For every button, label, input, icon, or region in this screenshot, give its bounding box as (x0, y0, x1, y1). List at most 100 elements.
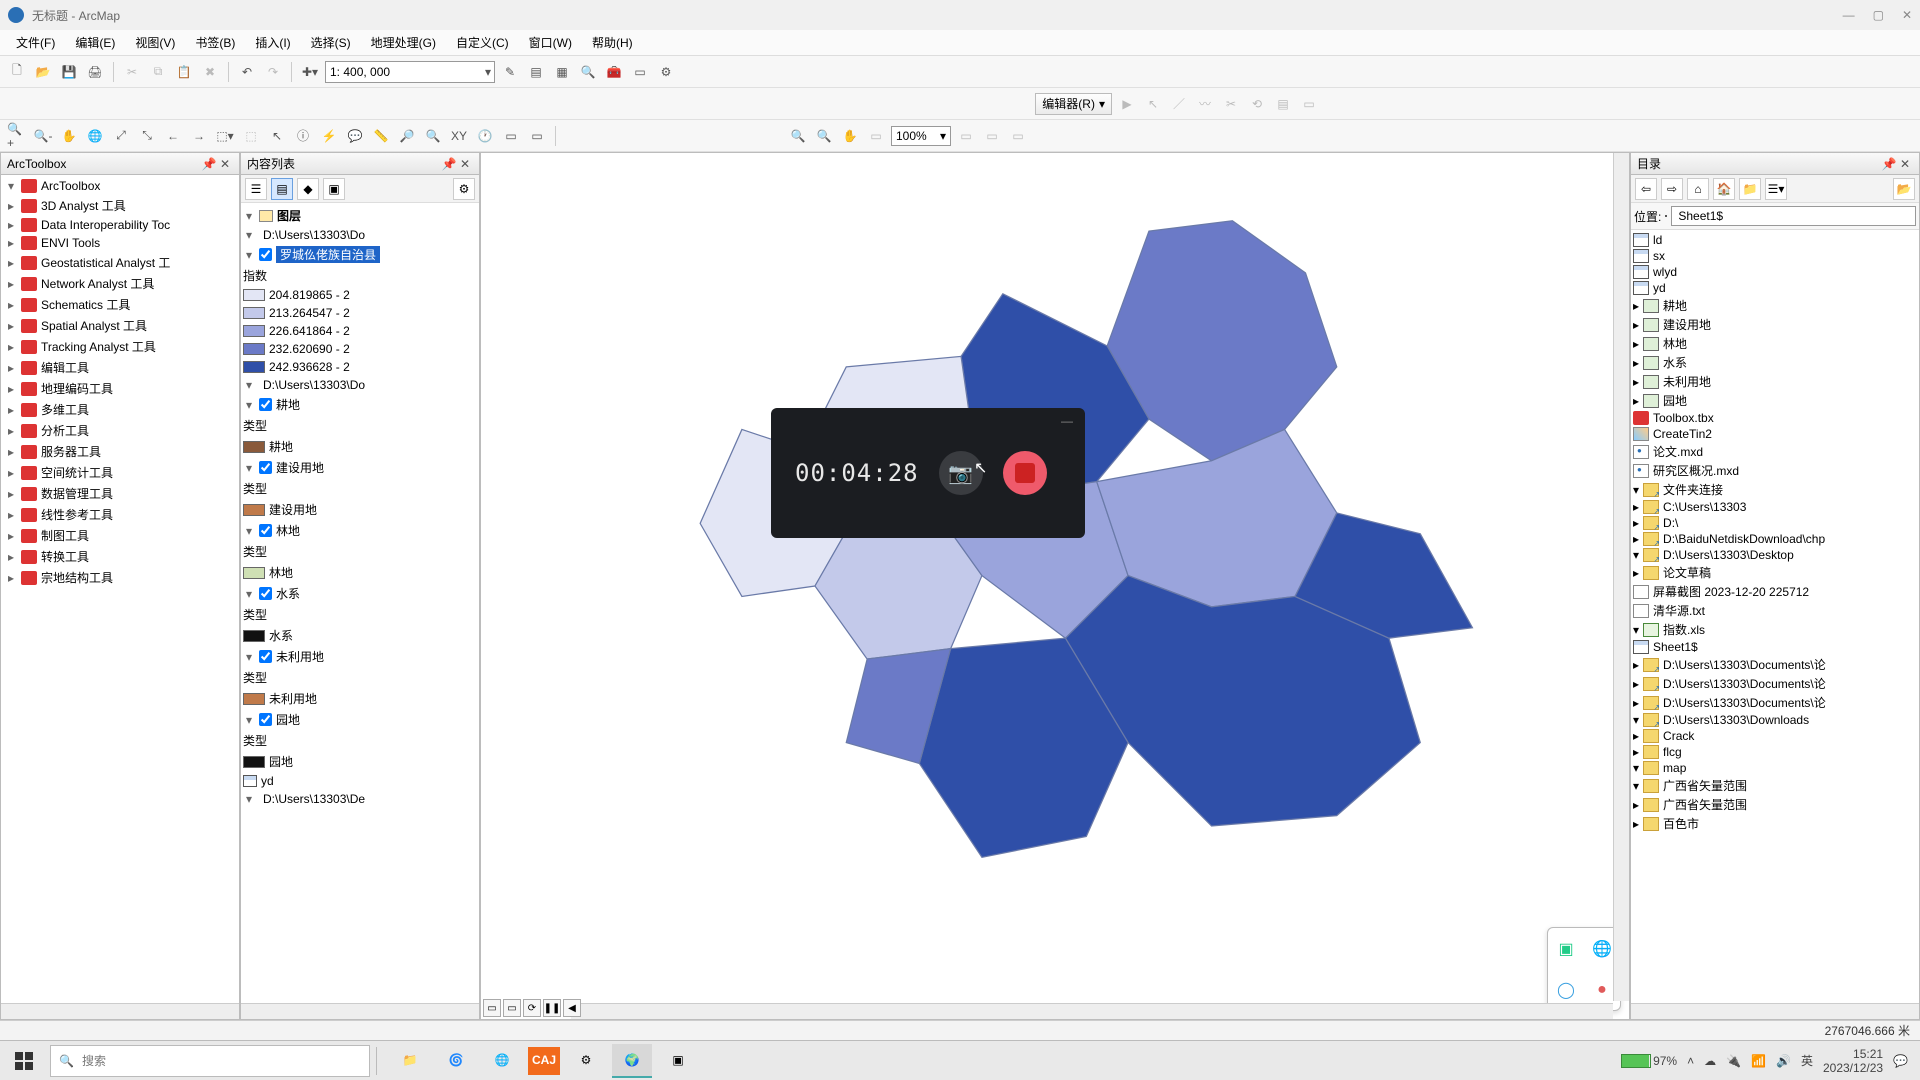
toggle-view-icon[interactable]: ☰▾ (1765, 178, 1787, 200)
search-window-icon[interactable]: 🔍 (577, 61, 599, 83)
redo-icon[interactable]: ↷ (262, 61, 284, 83)
model-builder-icon[interactable]: ⚙ (655, 61, 677, 83)
hyperlink-icon[interactable]: ⚡ (318, 125, 340, 147)
layer-visibility-checkbox[interactable] (259, 248, 272, 261)
copy-icon[interactable]: ⧉ (147, 61, 169, 83)
menu-help[interactable]: 帮助(H) (582, 30, 643, 55)
create-viewer-icon[interactable]: ▭ (500, 125, 522, 147)
location-input[interactable] (1671, 206, 1916, 226)
map-view[interactable]: 00:04:28 📷 — ↖ ▣ 🌐 ◯ ● ▭ ▭ ⟳ ❚❚ ◀ (480, 152, 1630, 1020)
time-slider-icon[interactable]: 🕐 (474, 125, 496, 147)
layer-visibility-checkbox[interactable] (259, 587, 272, 600)
undo-icon[interactable]: ↶ (236, 61, 258, 83)
map-scale-input[interactable] (330, 65, 485, 79)
edit-tool-icon[interactable]: ▶ (1116, 93, 1138, 115)
menu-file[interactable]: 文件(F) (6, 30, 65, 55)
viewer-icon[interactable]: ▭ (526, 125, 548, 147)
select-features-icon[interactable]: ⬚▾ (214, 125, 236, 147)
power-icon[interactable]: 🔌 (1726, 1054, 1741, 1068)
toc-icon[interactable]: ▤ (525, 61, 547, 83)
taskbar-app-recorder[interactable]: ▣ (658, 1044, 698, 1078)
taskbar-search[interactable]: 🔍 搜索 (50, 1045, 370, 1077)
toc-tree[interactable]: ▾图层 ▾D:\Users\13303\Do ▾罗城仫佬族自治县 指数 204.… (243, 205, 477, 808)
fixed-zoom-out-icon[interactable]: ⤡ (136, 125, 158, 147)
layer-visibility-checkbox[interactable] (259, 524, 272, 537)
notifications-icon[interactable]: 💬 (1893, 1054, 1908, 1068)
reshape-icon[interactable]: 〰 (1194, 93, 1216, 115)
layer-visibility-checkbox[interactable] (259, 650, 272, 663)
menu-bookmarks[interactable]: 书签(B) (185, 30, 245, 55)
up-icon[interactable]: ⌂ (1687, 178, 1709, 200)
cut-poly-icon[interactable]: ✂ (1220, 93, 1242, 115)
options-icon[interactable]: 📂 (1893, 178, 1915, 200)
close-icon[interactable]: ✕ (1897, 157, 1913, 171)
layer-visibility-checkbox[interactable] (259, 461, 272, 474)
find-icon[interactable]: 🔎 (396, 125, 418, 147)
onedrive-icon[interactable]: ☁ (1704, 1054, 1716, 1068)
find-route-icon[interactable]: 🔍 (422, 125, 444, 147)
options-icon[interactable]: ⚙ (453, 178, 475, 200)
back-icon[interactable]: ← (162, 125, 184, 147)
toggle-draft-icon[interactable]: ▭ (1007, 125, 1029, 147)
start-button[interactable] (4, 1045, 44, 1077)
new-icon[interactable]: 🗋 (6, 61, 28, 83)
taskbar-app-browser[interactable]: 🌀 (436, 1044, 476, 1078)
globe-icon[interactable]: 🌐 (1592, 939, 1612, 959)
map-scale-combo[interactable]: ▾ (325, 61, 495, 83)
menu-geoprocessing[interactable]: 地理处理(G) (361, 30, 446, 55)
menu-window[interactable]: 窗口(W) (519, 30, 582, 55)
rotate-icon[interactable]: ⟲ (1246, 93, 1268, 115)
taskbar-app-arcmap[interactable]: 🌍 (612, 1044, 652, 1078)
record-stop-button[interactable] (1003, 451, 1047, 495)
clear-selection-icon[interactable]: ⬚ (240, 125, 262, 147)
edit-vertices-icon[interactable]: ↖ (1142, 93, 1164, 115)
layout-pan-icon[interactable]: ✋ (839, 125, 861, 147)
sketch-icon[interactable]: ▭ (1298, 93, 1320, 115)
home-icon[interactable]: 🏠 (1713, 178, 1735, 200)
record-dot-icon[interactable]: ● (1597, 981, 1607, 999)
menu-customize[interactable]: 自定义(C) (446, 30, 519, 55)
h-scrollbar[interactable] (1, 1003, 239, 1019)
cut-icon[interactable]: ✂ (121, 61, 143, 83)
refresh-button[interactable]: ⟳ (523, 999, 541, 1017)
close-icon[interactable]: ✕ (457, 157, 473, 171)
pan-icon[interactable]: ✋ (58, 125, 80, 147)
delete-icon[interactable]: ✖ (199, 61, 221, 83)
layout-view-button[interactable]: ▭ (503, 999, 521, 1017)
screen-recorder-overlay[interactable]: 00:04:28 📷 — (771, 408, 1085, 538)
list-by-selection-icon[interactable]: ▣ (323, 178, 345, 200)
select-elements-icon[interactable]: ↖ (266, 125, 288, 147)
volume-icon[interactable]: 🔊 (1776, 1054, 1791, 1068)
layout-zoomout-icon[interactable]: 🔍 (813, 125, 835, 147)
minimize-icon[interactable]: — (1061, 414, 1073, 428)
taskbar-app-explorer[interactable]: 📁 (390, 1044, 430, 1078)
menu-insert[interactable]: 插入(I) (245, 30, 300, 55)
scroll-left-button[interactable]: ◀ (563, 999, 581, 1017)
taskbar-app-caj[interactable]: CAJ (528, 1047, 560, 1075)
close-button[interactable]: ✕ (1902, 8, 1912, 22)
taskbar-app-globe[interactable]: 🌐 (482, 1044, 522, 1078)
pin-icon[interactable]: 📌 (1881, 157, 1897, 171)
arctoolbox-tree[interactable]: ▾ArcToolbox ▸3D Analyst 工具 ▸Data Interop… (3, 177, 237, 588)
layout-zoom-combo[interactable]: 100%▾ (891, 126, 951, 146)
add-data-icon[interactable]: ✚▾ (299, 61, 321, 83)
forward-icon[interactable]: → (188, 125, 210, 147)
layer-visibility-checkbox[interactable] (259, 713, 272, 726)
wifi-icon[interactable]: 📶 (1751, 1054, 1766, 1068)
layout-back-icon[interactable]: ▭ (955, 125, 977, 147)
save-icon[interactable]: 💾 (58, 61, 80, 83)
attributes-icon[interactable]: ▤ (1272, 93, 1294, 115)
pause-draw-button[interactable]: ❚❚ (543, 999, 561, 1017)
taskbar-clock[interactable]: 15:21 2023/12/23 (1823, 1047, 1883, 1075)
h-scrollbar[interactable] (241, 1003, 479, 1019)
ime-floating-panel[interactable]: ▣ 🌐 ◯ ● (1547, 927, 1621, 1011)
editor-dropdown[interactable]: 编辑器(R)▾ (1035, 93, 1112, 115)
arctoolbox-icon[interactable]: 🧰 (603, 61, 625, 83)
editor-toolbar-icon[interactable]: ✎ (499, 61, 521, 83)
identify-icon[interactable]: ⓘ (292, 125, 314, 147)
menu-view[interactable]: 视图(V) (125, 30, 185, 55)
full-extent-icon[interactable]: 🌐 (84, 125, 106, 147)
html-popup-icon[interactable]: 💬 (344, 125, 366, 147)
forward-icon[interactable]: ⇨ (1661, 178, 1683, 200)
list-by-source-icon[interactable]: ▤ (271, 178, 293, 200)
